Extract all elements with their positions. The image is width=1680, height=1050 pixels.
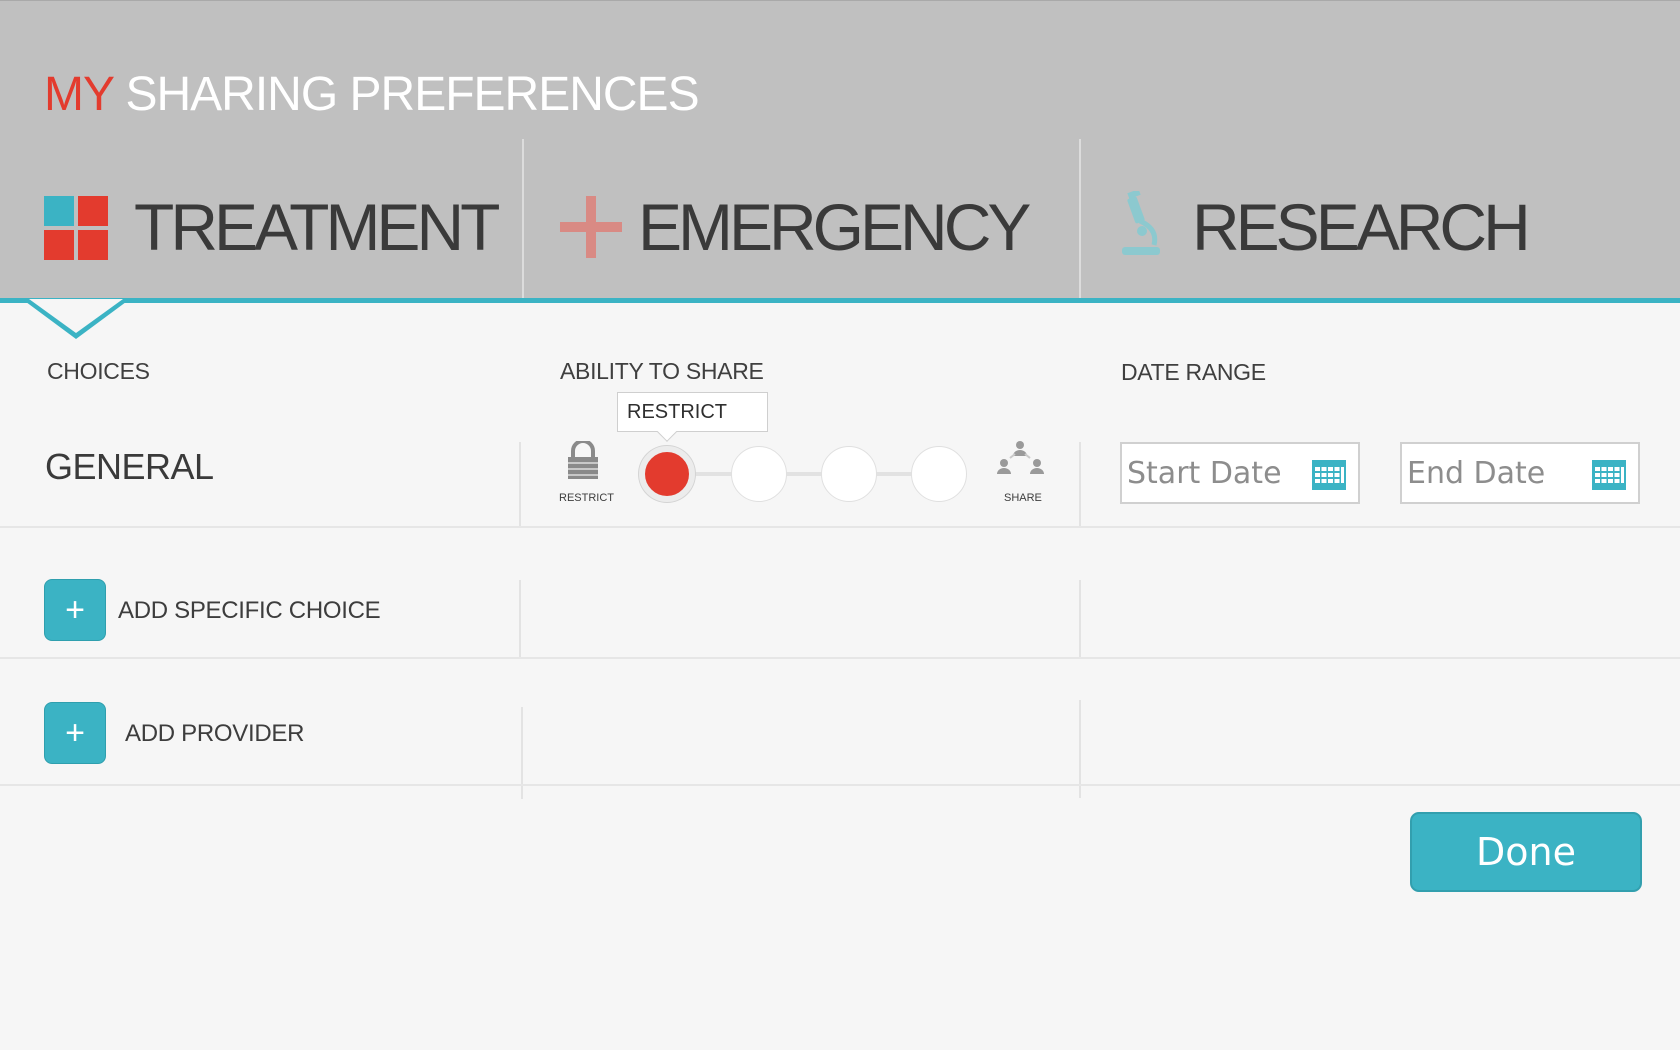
done-button[interactable]: Done	[1410, 812, 1642, 892]
tab-emergency-label: EMERGENCY	[638, 190, 1031, 264]
plus-icon	[560, 196, 622, 263]
end-date-input[interactable]	[1405, 452, 1589, 494]
plus-icon: +	[65, 714, 85, 752]
start-date-input[interactable]	[1125, 452, 1309, 494]
column-divider	[519, 580, 521, 658]
add-specific-choice-label[interactable]: ADD SPECIFIC CHOICE	[118, 597, 381, 625]
slider-stop-restrict[interactable]	[639, 446, 695, 502]
general-row-title: GENERAL	[45, 446, 214, 487]
add-provider-button[interactable]: +	[44, 702, 106, 764]
column-header-date-range: DATE RANGE	[1121, 359, 1266, 385]
slider-stop-3[interactable]	[821, 446, 877, 502]
tab-treatment[interactable]: TREATMENT	[44, 181, 514, 271]
add-provider-label[interactable]: ADD PROVIDER	[125, 720, 304, 748]
header: MY SHARING PREFERENCES TREATMENT EMERGEN…	[0, 0, 1680, 301]
tab-treatment-label: TREATMENT	[134, 190, 500, 264]
grid-icon	[44, 196, 108, 265]
column-divider	[519, 442, 521, 527]
row-divider	[0, 784, 1680, 786]
slider-stop-2[interactable]	[731, 446, 787, 502]
plus-icon: +	[65, 591, 85, 629]
active-tab-caret	[22, 299, 130, 339]
page-title: MY SHARING PREFERENCES	[44, 67, 700, 122]
row-divider	[0, 657, 1680, 659]
end-date-field[interactable]	[1400, 442, 1640, 504]
column-header-ability: ABILITY TO SHARE	[560, 358, 764, 384]
restrict-label: RESTRICT	[559, 492, 614, 504]
calendar-icon[interactable]	[1592, 460, 1626, 495]
calendar-icon[interactable]	[1312, 460, 1346, 495]
tab-research-label: RESEARCH	[1192, 190, 1531, 264]
column-divider	[1079, 580, 1081, 658]
tab-research[interactable]: RESEARCH	[1120, 181, 1580, 271]
page-title-accent: MY	[44, 68, 114, 121]
start-date-field[interactable]	[1120, 442, 1360, 504]
share-slider-track	[670, 472, 940, 476]
microscope-icon	[1120, 189, 1164, 264]
share-label: SHARE	[1004, 492, 1042, 504]
slider-stop-share[interactable]	[911, 446, 967, 502]
page-title-text: SHARING PREFERENCES	[125, 68, 699, 121]
tab-divider	[522, 139, 524, 301]
tab-emergency[interactable]: EMERGENCY	[560, 181, 1031, 271]
tab-divider	[1079, 139, 1081, 301]
lock-icon	[564, 439, 602, 486]
column-header-choices: CHOICES	[47, 358, 150, 384]
share-icon	[995, 440, 1045, 487]
row-divider	[0, 526, 1680, 528]
slider-tooltip: RESTRICT	[617, 392, 768, 432]
column-divider	[1079, 442, 1081, 527]
add-specific-choice-button[interactable]: +	[44, 579, 106, 641]
active-tab-underline	[0, 298, 1680, 303]
